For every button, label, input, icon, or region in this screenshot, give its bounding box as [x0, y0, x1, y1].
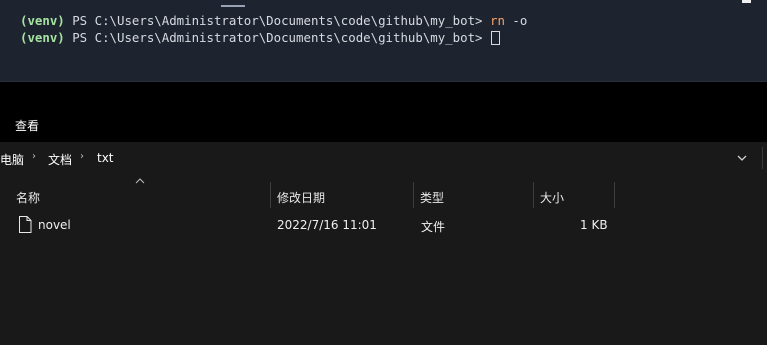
terminal-tab-indicator [221, 5, 245, 7]
terminal-line: (venv) PS C:\Users\Administrator\Documen… [20, 30, 500, 46]
file-list[interactable]: 名称 修改日期 类型 大小 novel 2022/7/16 11:01 文件 1… [0, 173, 767, 345]
terminal-command-args: -o [504, 13, 528, 28]
file-size: 1 KB [580, 218, 608, 232]
breadcrumb-item-documents[interactable]: 文档 [48, 151, 72, 168]
venv-label: (venv) [20, 13, 65, 28]
column-header-type[interactable]: 类型 [420, 189, 444, 206]
address-bar[interactable]: 电脑 › 文档 › txt [0, 143, 767, 173]
column-header-name[interactable]: 名称 [16, 189, 40, 206]
column-header-size[interactable]: 大小 [540, 189, 564, 206]
file-icon [19, 216, 32, 233]
terminal-command: rn [489, 13, 505, 28]
explorer-ribbon: 查看 [0, 112, 767, 138]
terminal-prompt: PS C:\Users\Administrator\Documents\code… [64, 13, 490, 28]
terminal-line: (venv) PS C:\Users\Administrator\Documen… [20, 13, 527, 29]
column-separator[interactable] [413, 182, 414, 208]
breadcrumb-item-txt[interactable]: txt [97, 151, 114, 165]
breadcrumb-item-computer[interactable]: 电脑 [0, 151, 24, 168]
sort-ascending-icon [135, 178, 145, 184]
breadcrumb-separator-icon[interactable]: › [80, 151, 84, 162]
column-separator[interactable] [533, 182, 534, 208]
terminal-pane[interactable]: (venv) PS C:\Users\Administrator\Documen… [0, 0, 767, 82]
window-control[interactable] [742, 0, 751, 3]
file-name[interactable]: novel [38, 218, 71, 232]
column-separator[interactable] [270, 182, 271, 208]
ribbon-tab-view[interactable]: 查看 [15, 117, 39, 134]
terminal-cursor[interactable] [490, 31, 500, 45]
venv-label: (venv) [20, 30, 65, 45]
file-modified-date: 2022/7/16 11:01 [277, 218, 377, 232]
breadcrumb-separator-icon[interactable]: › [32, 151, 36, 162]
address-bar-divider [762, 147, 763, 169]
table-row[interactable]: novel 2022/7/16 11:01 文件 1 KB [0, 211, 767, 239]
file-type: 文件 [421, 220, 446, 234]
column-separator[interactable] [614, 182, 615, 208]
chevron-down-icon[interactable] [737, 153, 747, 163]
terminal-prompt: PS C:\Users\Administrator\Documents\code… [64, 30, 490, 45]
column-header-date[interactable]: 修改日期 [277, 189, 325, 206]
